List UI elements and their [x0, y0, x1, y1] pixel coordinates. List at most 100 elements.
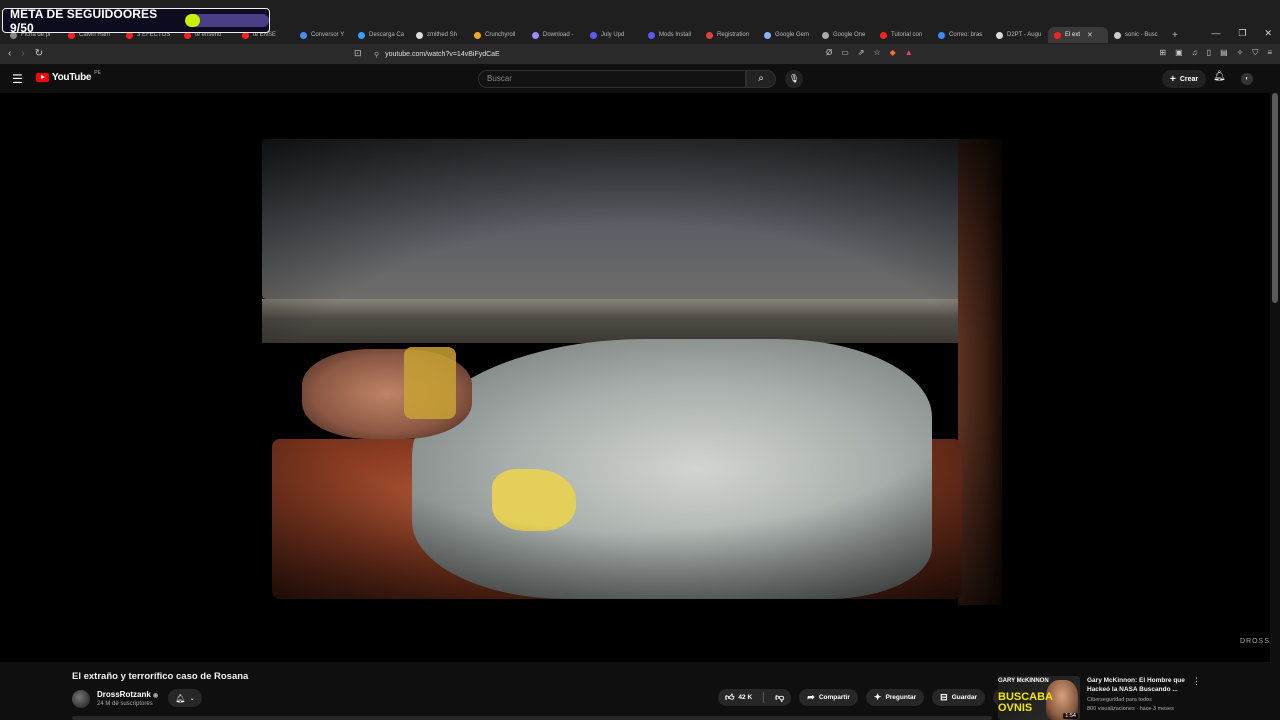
- browser-tab[interactable]: July Upd: [584, 27, 642, 43]
- tab-favicon-icon: [1054, 31, 1061, 39]
- close-tab-icon[interactable]: ✕: [1087, 31, 1093, 39]
- like-button[interactable]: 👍︎ 42 K: [718, 692, 759, 703]
- shield-icon[interactable]: ⛉: [1252, 48, 1258, 58]
- plus-icon: +: [1170, 73, 1176, 85]
- hamburger-menu-icon[interactable]: ☰: [12, 72, 23, 86]
- tab-label: Google One: [833, 32, 866, 38]
- tab-search-icon[interactable]: ▣: [1175, 48, 1183, 58]
- rewards-icon[interactable]: ▲: [905, 48, 913, 57]
- subscription-bell-button[interactable]: 🔔︎ ⌄: [168, 689, 202, 707]
- brave-shield-icon[interactable]: ◆: [890, 48, 896, 57]
- search-icon: ⌕: [758, 73, 764, 84]
- recommended-thumbnail[interactable]: GARY McKINNON BUSCABA OVNIS 1:54: [998, 676, 1080, 720]
- sidebar-icon[interactable]: ▯: [1207, 48, 1211, 58]
- browser-tab[interactable]: Mods Install: [642, 27, 700, 43]
- share-button[interactable]: ➦ Compartir: [799, 689, 858, 706]
- browser-tab[interactable]: Google Gem: [758, 27, 816, 43]
- create-button[interactable]: + Crear: [1162, 70, 1207, 88]
- create-label: Crear: [1179, 75, 1199, 83]
- tab-favicon-icon: [1114, 31, 1121, 39]
- mute-icon[interactable]: Ø: [826, 48, 832, 57]
- channel-name[interactable]: DrossRotzank ◉: [97, 690, 158, 699]
- browser-tab[interactable]: D2PT - Augu: [990, 27, 1048, 43]
- browser-tab[interactable]: Tutorial con: [874, 27, 932, 43]
- browser-tab[interactable]: sonic - Busc: [1108, 27, 1166, 43]
- screen-icon[interactable]: ▭: [841, 48, 849, 57]
- share-page-icon[interactable]: ⇗: [858, 48, 865, 57]
- channel-watermark[interactable]: DROSS: [1240, 638, 1270, 645]
- tab-label: Download -: [543, 32, 574, 38]
- voice-search-button[interactable]: 🎙︎: [785, 70, 803, 88]
- recommended-title[interactable]: Gary McKinnon: El Hombre que Hackeó la N…: [1087, 676, 1192, 694]
- browser-tab[interactable]: Crunchyroll: [468, 27, 526, 43]
- tab-label: Tutorial con: [891, 32, 923, 38]
- tab-label: zmithed Sh: [427, 32, 458, 38]
- browser-tab[interactable]: Registration: [700, 27, 758, 43]
- restore-icon[interactable]: ❐: [1238, 28, 1246, 39]
- browser-tab[interactable]: Google One: [816, 27, 874, 43]
- verified-icon: ◉: [153, 693, 159, 699]
- browser-tab[interactable]: Descarga Ca: [352, 27, 410, 43]
- tab-label: Correo: bras: [949, 32, 983, 38]
- microphone-icon: 🎙︎: [788, 74, 800, 83]
- browser-tab[interactable]: El ext ✕: [1048, 27, 1108, 43]
- page-scrollbar[interactable]: [1272, 93, 1278, 303]
- tab-favicon-icon: [938, 31, 945, 39]
- video-player[interactable]: DROSS: [0, 93, 1270, 662]
- tab-favicon-icon: [300, 31, 307, 39]
- like-dislike-group: 👍︎ 42 K 👎︎: [718, 689, 792, 706]
- tab-label: Conversor Y: [311, 32, 345, 38]
- bookmark-icon[interactable]: ⊡: [354, 48, 362, 59]
- sparkle-icon: ✦: [873, 692, 882, 702]
- recommended-channel[interactable]: Ciberseguridad para todos: [1087, 697, 1152, 703]
- site-info-icon[interactable]: ⚲: [374, 51, 379, 59]
- tab-favicon-icon: [822, 31, 829, 39]
- share-label: Compartir: [818, 694, 850, 701]
- share-icon: ➦: [807, 692, 815, 702]
- dislike-button[interactable]: 👎︎: [768, 692, 791, 703]
- account-avatar[interactable]: ◐: [1241, 73, 1253, 85]
- video-title: El extraño y terrorífico caso de Rosana: [72, 671, 249, 682]
- star-icon[interactable]: ☆: [874, 48, 881, 57]
- tab-label: Registration: [717, 32, 750, 38]
- youtube-header: ☰ YouTube PE Buscar ⌕ 🎙︎ + Crear 🔔︎ ◐: [0, 65, 1280, 93]
- video-info: El extraño y terrorífico caso de Rosana …: [0, 662, 1280, 720]
- extensions-icon[interactable]: ⊞: [1159, 48, 1166, 58]
- subscriber-count: 24 M de suscriptores: [97, 701, 153, 707]
- vpn-icon[interactable]: ✧: [1237, 48, 1244, 58]
- tab-label: Mods Install: [659, 32, 692, 38]
- like-count: 42 K: [738, 694, 753, 701]
- tab-favicon-icon: [358, 31, 365, 39]
- forward-icon[interactable]: ›: [21, 48, 24, 59]
- recommended-menu-icon[interactable]: ⋮: [1192, 676, 1201, 687]
- youtube-logo-text: YouTube: [52, 72, 92, 83]
- browser-tab[interactable]: Conversor Y: [294, 27, 352, 43]
- minimize-icon[interactable]: —: [1211, 28, 1220, 39]
- description-box-edge: [72, 716, 992, 720]
- menu-icon[interactable]: ≡: [1267, 48, 1272, 58]
- channel-avatar[interactable]: [72, 690, 90, 708]
- browser-tab[interactable]: Correo: bras: [932, 27, 990, 43]
- browser-tab[interactable]: zmithed Sh: [410, 27, 468, 43]
- thumbnail-big-text: BUSCABA OVNIS: [998, 691, 1053, 714]
- window-controls: — ❐ ✕: [1211, 28, 1272, 39]
- media-icon[interactable]: ♫: [1192, 48, 1198, 58]
- reload-icon[interactable]: ↻: [35, 48, 43, 59]
- tab-label: Descarga Ca: [369, 32, 405, 38]
- search-input[interactable]: Buscar: [478, 70, 746, 88]
- youtube-logo[interactable]: YouTube PE: [36, 70, 101, 83]
- follower-goal-text: META DE SEGUIDOORES 9/50: [10, 6, 158, 35]
- browser-tab[interactable]: Download -: [526, 27, 584, 43]
- close-window-icon[interactable]: ✕: [1264, 28, 1272, 39]
- tab-favicon-icon: [880, 31, 887, 39]
- back-icon[interactable]: ‹: [8, 48, 11, 59]
- wallet-icon[interactable]: ▤: [1220, 48, 1228, 58]
- follower-goal-bar: [185, 14, 269, 27]
- notifications-icon[interactable]: 🔔︎: [1213, 71, 1226, 82]
- thumbs-up-icon: 👍︎: [725, 692, 735, 702]
- new-tab-icon[interactable]: +: [1172, 30, 1178, 41]
- tab-favicon-icon: [706, 31, 713, 39]
- search-button[interactable]: ⌕: [746, 70, 776, 88]
- ask-button[interactable]: ✦ Preguntar: [865, 689, 925, 706]
- save-button[interactable]: ⊟ Guardar: [932, 689, 985, 706]
